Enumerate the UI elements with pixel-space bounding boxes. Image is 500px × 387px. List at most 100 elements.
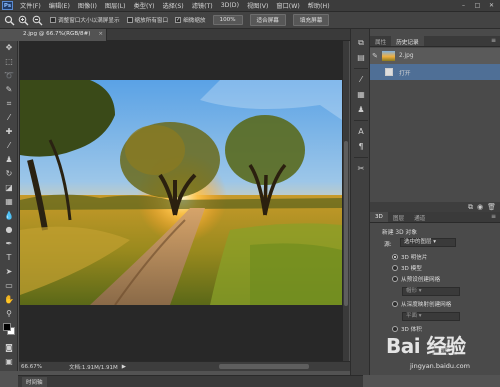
hand-tool-icon[interactable]: ✋ (0, 293, 18, 307)
menu-layer[interactable]: 图层(L) (101, 1, 130, 10)
brush-presets-icon[interactable]: ▦ (351, 87, 371, 102)
zoom-out-icon[interactable] (32, 15, 43, 26)
menu-view[interactable]: 视图(V) (243, 1, 272, 10)
history-step[interactable]: 打开 (370, 64, 500, 80)
clone-stamp-tool-icon[interactable]: ♟ (0, 153, 18, 167)
tab-layers[interactable]: 图层 (388, 212, 409, 222)
zoom-in-icon[interactable] (18, 15, 29, 26)
move-tool-icon[interactable]: ✥ (0, 41, 18, 55)
color-swatches[interactable] (0, 321, 17, 341)
lasso-tool-icon[interactable]: ➰ (0, 69, 18, 83)
document-tab[interactable]: 2.jpg @ 66.7%(RGB/8#) × (19, 29, 107, 41)
trash-icon[interactable]: 🗑 (487, 202, 496, 212)
scrubby-zoom-checkbox[interactable]: ✓ (175, 17, 182, 23)
camera-snapshot-icon[interactable]: ◉ (477, 202, 483, 212)
source-dropdown[interactable]: 选中的图层 ▾ (400, 238, 456, 247)
close-tab-icon[interactable]: × (98, 31, 103, 37)
actual-size-button[interactable]: 100% (212, 15, 243, 25)
new-document-from-state-icon[interactable]: ⧉ (468, 202, 473, 212)
paragraph-panel-icon[interactable]: ¶ (351, 139, 371, 154)
blur-tool-icon[interactable]: 💧 (0, 209, 18, 223)
gradient-tool-icon[interactable]: ▦ (0, 195, 18, 209)
brush-tool-icon[interactable]: ⁄ (0, 139, 18, 153)
tab-history[interactable]: 历史记录 (391, 36, 424, 46)
radio-3d-postcard[interactable] (392, 254, 398, 260)
fit-screen-button[interactable]: 适合屏幕 (249, 14, 286, 26)
type-tool-icon[interactable]: T (0, 251, 18, 265)
panel-menu-icon[interactable]: ≡ (487, 36, 500, 46)
healing-brush-tool-icon[interactable]: ✚ (0, 125, 18, 139)
menu-window[interactable]: 窗口(W) (272, 1, 303, 10)
baidu-watermark: Bai 经验 jingyan.baidu.com (386, 328, 500, 384)
option-mesh-from-depth[interactable]: 从深度映射创建网格 (392, 300, 451, 308)
zoom-level[interactable]: 66.67% (19, 364, 49, 370)
horizontal-scroll-thumb[interactable] (219, 364, 309, 369)
marquee-tool-icon[interactable]: ⬚ (0, 55, 18, 69)
panel-3d-menu-icon[interactable]: ≡ (487, 212, 500, 222)
zoom-all-windows-label: 缩放所有窗口 (134, 18, 169, 24)
path-select-tool-icon[interactable]: ➤ (0, 265, 18, 279)
vertical-scrollbar[interactable] (343, 41, 349, 361)
pen-tool-icon[interactable]: ✒ (0, 237, 18, 251)
resize-windows-checkbox[interactable] (50, 17, 56, 23)
radio-3d-model[interactable] (392, 265, 398, 271)
timeline-tab[interactable]: 时间轴 (22, 377, 47, 387)
menu-image[interactable]: 图像(I) (74, 1, 101, 10)
menu-help[interactable]: 帮助(H) (304, 1, 334, 10)
snapshot-name: 2.jpg (399, 53, 414, 59)
eyedropper-tool-icon[interactable]: ⁄ (0, 111, 18, 125)
options-bar: 调整窗口大小以满屏显示 缩放所有窗口 ✓ 细微缩放 100% 适合屏幕 填充屏幕 (0, 12, 500, 29)
depth-dropdown[interactable]: 平面 ▾ (402, 312, 460, 321)
resize-windows-check[interactable]: 调整窗口大小以满屏显示 (50, 16, 120, 24)
character-panel-icon[interactable]: A (351, 124, 371, 139)
snapshot-thumbnail (382, 51, 395, 61)
zoom-tool-sidebar-icon[interactable]: ⚲ (0, 307, 18, 321)
brush-panel-icon[interactable]: ⁄ (351, 72, 371, 87)
tab-channels[interactable]: 通道 (409, 212, 430, 222)
radio-mesh-from-preset[interactable] (392, 276, 398, 282)
zoom-all-windows-check[interactable]: 缩放所有窗口 (126, 16, 169, 24)
menu-edit[interactable]: 编辑(E) (45, 1, 74, 10)
option-mesh-from-preset[interactable]: 从预设创建网格 (392, 275, 440, 283)
menu-select[interactable]: 选择(S) (159, 1, 188, 10)
history-snapshot[interactable]: ✎ 2.jpg (370, 48, 500, 64)
menu-bar: Ps 文件(F) 编辑(E) 图像(I) 图层(L) 类型(Y) 选择(S) 滤… (0, 0, 500, 12)
option-3d-model[interactable]: 3D 模型 (392, 264, 422, 272)
screen-mode-icon[interactable]: ▣ (0, 355, 18, 369)
history-panel-tabs: 属性 历史记录 ≡ (370, 36, 500, 47)
clone-source-icon[interactable]: ♟ (351, 102, 371, 117)
menu-filter[interactable]: 滤镜(T) (188, 1, 217, 10)
maximize-button[interactable]: □ (472, 2, 483, 10)
eraser-tool-icon[interactable]: ◪ (0, 181, 18, 195)
close-window-button[interactable]: ✕ (486, 2, 497, 10)
label-mesh-from-depth: 从深度映射创建网格 (401, 302, 452, 308)
menu-3d[interactable]: 3D(D) (217, 2, 243, 9)
status-menu-arrow-icon[interactable]: ▶ (122, 364, 126, 370)
menu-type[interactable]: 类型(Y) (130, 1, 159, 10)
fill-screen-button[interactable]: 填充屏幕 (292, 14, 330, 26)
tab-properties[interactable]: 属性 (370, 36, 391, 46)
scrubby-zoom-check[interactable]: ✓ 细微缩放 (175, 16, 206, 24)
tab-3d[interactable]: 3D (370, 212, 388, 222)
quick-mask-icon[interactable]: ◙ (0, 341, 18, 355)
tools-panel: ✥ ⬚ ➰ ✎ ⌗ ⁄ ✚ ⁄ ♟ ↻ ◪ ▦ 💧 ● ✒ T ➤ ▭ ✋ ⚲ … (0, 41, 18, 371)
document-image[interactable] (20, 80, 342, 305)
history-panel-icon[interactable]: ⧉ (351, 35, 371, 50)
history-brush-source-icon[interactable]: ✎ (370, 52, 380, 60)
tool-presets-icon[interactable]: ✂ (351, 161, 371, 176)
preset-dropdown[interactable]: 帽形 ▾ (402, 287, 460, 296)
properties-panel-icon[interactable]: ▤ (351, 50, 371, 65)
zoom-tool-icon[interactable] (4, 15, 15, 26)
minimize-button[interactable]: – (458, 2, 469, 10)
vertical-scroll-thumb[interactable] (344, 141, 348, 306)
crop-tool-icon[interactable]: ⌗ (0, 97, 18, 111)
dodge-tool-icon[interactable]: ● (0, 223, 18, 237)
radio-mesh-from-depth[interactable] (392, 301, 398, 307)
option-3d-postcard[interactable]: 3D 明信片 (392, 253, 427, 261)
zoom-all-windows-checkbox[interactable] (126, 17, 133, 23)
history-brush-tool-icon[interactable]: ↻ (0, 167, 18, 181)
foreground-color[interactable] (3, 323, 11, 331)
shape-tool-icon[interactable]: ▭ (0, 279, 18, 293)
menu-file[interactable]: 文件(F) (16, 1, 45, 10)
quick-select-tool-icon[interactable]: ✎ (0, 83, 18, 97)
